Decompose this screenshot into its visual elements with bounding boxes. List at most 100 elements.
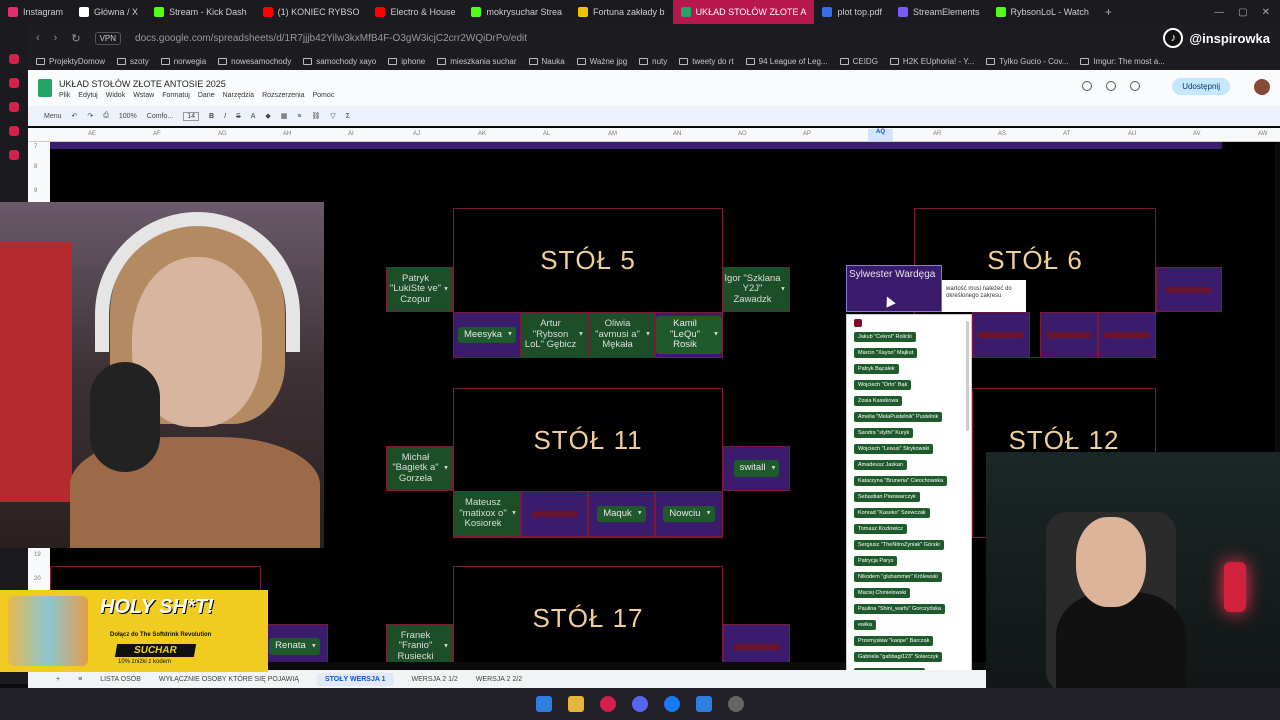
menu-item[interactable]: Formatuj — [162, 92, 190, 99]
column-header[interactable]: AJ — [413, 131, 420, 137]
column-header[interactable]: AU — [1128, 131, 1136, 137]
column-header[interactable]: AM — [608, 131, 617, 137]
dropdown-arrow-icon[interactable]: ▼ — [443, 286, 449, 293]
seat-cell[interactable] — [521, 491, 588, 537]
menu-item[interactable]: Wstaw — [133, 92, 154, 99]
bookmark-item[interactable]: nowesamochody — [218, 57, 291, 66]
link-icon[interactable]: ⛓ — [312, 112, 321, 120]
bookmark-item[interactable]: Imgur: The most a... — [1080, 57, 1165, 66]
seat-cell[interactable] — [1040, 312, 1098, 358]
empty-chip[interactable] — [1166, 286, 1212, 293]
menu-item[interactable]: Widok — [106, 92, 125, 99]
dropdown-option[interactable]: Katarzyna "Bruneria" Cieochowska — [847, 473, 971, 489]
redo-icon[interactable]: ↷ — [87, 112, 93, 120]
dropdown-option[interactable]: Jakub "Cekrol" Rolicki — [847, 329, 971, 345]
bookmark-item[interactable]: tweety do rt — [679, 57, 734, 66]
seat-cell[interactable] — [1156, 267, 1222, 312]
new-tab-button[interactable]: + — [1097, 5, 1120, 19]
bold-icon[interactable]: B — [209, 113, 214, 120]
seat-cell[interactable]: Meesyka — [453, 312, 521, 358]
browser-tab[interactable]: Electro & House — [367, 0, 463, 24]
dropdown-option[interactable]: Przemysław "kaope" Barczak — [847, 633, 971, 649]
print-icon[interactable]: ⎙ — [103, 112, 109, 120]
scrollbar[interactable] — [966, 321, 969, 431]
browser-tab[interactable]: Instagram — [0, 0, 71, 24]
bookmark-item[interactable]: 94 League of Leg... — [745, 57, 828, 66]
browser-tab[interactable]: (1) KONIEC RYBSO — [255, 0, 368, 24]
windows-start-icon[interactable] — [536, 696, 552, 712]
bookmark-item[interactable]: CEIDG — [839, 57, 878, 66]
row-number[interactable]: 19 — [34, 552, 41, 558]
row-number[interactable]: 9 — [34, 188, 37, 194]
sheet-tab[interactable]: WERSJA 2 2/2 — [476, 676, 522, 683]
seat-cell[interactable]: Oliwia "avmusi a" Mękała ▼ — [588, 312, 655, 358]
dropdown-arrow-icon[interactable]: ▼ — [578, 332, 584, 339]
dropdown-option[interactable]: Patrycja Parys — [847, 553, 971, 569]
seat-cell[interactable]: switall — [723, 446, 790, 491]
bookmark-item[interactable]: iphone — [388, 57, 425, 66]
dropdown-option[interactable]: Zosia Kasekowa — [847, 393, 971, 409]
obs-icon[interactable] — [728, 696, 744, 712]
sidebar-app-icon[interactable] — [9, 150, 19, 160]
column-header[interactable]: AG — [218, 131, 227, 137]
seat-cell[interactable]: Patryk "LukiSte ve" Czopur ▼ — [386, 267, 453, 312]
column-header[interactable]: AE — [88, 131, 96, 137]
dropdown-arrow-icon[interactable]: ▼ — [443, 643, 449, 650]
dropdown-option[interactable]: Maciej Chmielowski — [847, 585, 971, 601]
dropdown-option[interactable]: ewika — [847, 617, 971, 633]
browser-tab[interactable]: Fortuna zakłady b — [570, 0, 673, 24]
avatar[interactable] — [1254, 79, 1270, 95]
file-explorer-icon[interactable] — [568, 696, 584, 712]
dropdown-arrow-icon[interactable]: ▼ — [511, 511, 517, 518]
add-sheet-button[interactable]: + — [56, 676, 60, 683]
sheet-tab[interactable]: WERSJA 2 1/2 — [412, 676, 458, 683]
seat-cell[interactable]: Kamil "LeQu" Rosik — [655, 312, 723, 358]
seat-chip[interactable]: Renata — [269, 638, 320, 655]
close-icon[interactable]: ✕ — [1262, 7, 1270, 18]
back-icon[interactable]: ‹ — [36, 32, 40, 44]
column-header[interactable]: AP — [803, 131, 811, 137]
maximize-icon[interactable]: ▢ — [1238, 7, 1247, 18]
bookmark-item[interactable]: Ważne jpg — [576, 57, 627, 66]
seat-chip[interactable]: Maquk — [597, 505, 646, 523]
messenger-icon[interactable] — [664, 696, 680, 712]
column-header[interactable]: AW — [1258, 131, 1267, 137]
bookmark-item[interactable]: norwegia — [160, 57, 206, 66]
comment-icon[interactable] — [1106, 81, 1116, 91]
zoom-select[interactable]: 100% — [119, 113, 137, 120]
italic-icon[interactable]: I — [224, 113, 226, 120]
dropdown-arrow-icon[interactable]: ▼ — [780, 286, 786, 293]
search-menu-icon[interactable]: Menu — [44, 113, 62, 120]
bookmark-item[interactable]: Nauka — [528, 57, 565, 66]
menu-item[interactable]: Edytuj — [78, 92, 97, 99]
bookmark-item[interactable]: mieszkania suchar — [437, 57, 517, 66]
fill-color-icon[interactable]: ◆ — [265, 112, 270, 120]
browser-tab[interactable]: Stream - Kick Dash — [146, 0, 255, 24]
empty-chip[interactable] — [531, 511, 578, 517]
seat-cell[interactable]: Franek "Franio" Rusiecki ▼ — [386, 624, 453, 662]
dropdown-arrow-icon[interactable]: ▼ — [443, 465, 449, 472]
forward-icon[interactable]: › — [54, 32, 58, 44]
dropdown-option[interactable]: Nikodem "gluhammer" Królewski — [847, 569, 971, 585]
font-select[interactable]: Comfo... — [147, 113, 173, 120]
column-header[interactable]: AI — [348, 131, 354, 137]
menu-item[interactable]: Pomoc — [313, 92, 335, 99]
dropdown-option[interactable]: Wojciech "Orto" Bąk — [847, 377, 971, 393]
minimize-icon[interactable]: — — [1214, 7, 1224, 18]
browser-tab[interactable]: UKŁAD STOŁÓW ZŁOTE A — [672, 0, 815, 24]
browser-tab[interactable]: Główna / X — [71, 0, 146, 24]
browser-tab[interactable]: plot top.pdf — [814, 0, 890, 24]
dropdown-option[interactable]: Wojciech "Lewus" Strykowski — [847, 441, 971, 457]
all-sheets-icon[interactable]: ≡ — [78, 676, 82, 683]
share-button[interactable]: Udostępnij — [1172, 78, 1230, 95]
menu-item[interactable]: Rozszerzenia — [262, 92, 304, 99]
history-icon[interactable] — [1082, 81, 1092, 91]
row-number[interactable]: 7 — [34, 144, 37, 150]
bookmark-item[interactable]: Tylko Gucio - Cov... — [986, 57, 1068, 66]
column-header[interactable]: AK — [478, 131, 486, 137]
seat-cell[interactable]: Artur "Rybson LoL" Gębicz ▼ — [521, 312, 588, 358]
dropdown-option[interactable]: Paulina "Shini_warfu" Gorczyńska — [847, 601, 971, 617]
empty-chip[interactable] — [978, 332, 1024, 338]
url-field[interactable]: docs.google.com/spreadsheets/d/1R7jjjb42… — [135, 33, 1280, 44]
seat-cell[interactable]: Nowciu — [655, 491, 723, 537]
